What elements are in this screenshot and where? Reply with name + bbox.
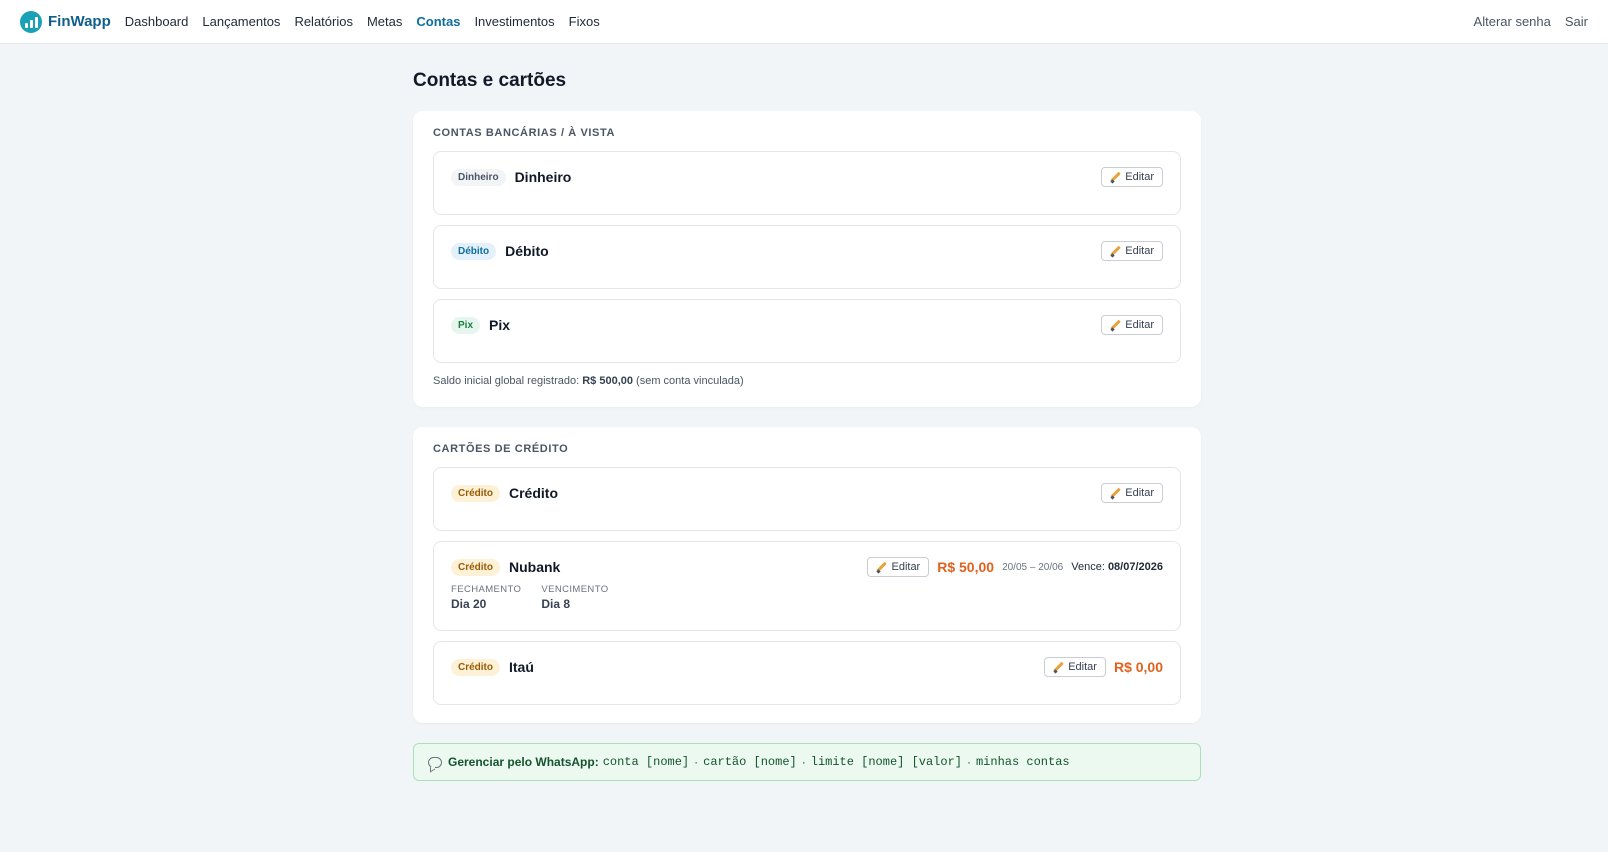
edit-label: Editar [891,561,921,573]
credit-card-item: Crédito Crédito Editar [433,467,1181,531]
nav-metas[interactable]: Metas [367,14,402,29]
brand-name: FinWapp [48,13,111,30]
account-card: Dinheiro Dinheiro Editar [433,151,1181,215]
edit-label: Editar [1068,661,1097,673]
due-label: Vence: [1071,561,1105,573]
invoice-amount: R$ 0,00 [1113,659,1163,675]
command-conta: conta [nome] [602,755,690,769]
closing-label: Fechamento [451,584,522,595]
edit-button[interactable]: Editar [1101,315,1163,335]
command-minhas-contas: minhas contas [975,755,1070,769]
nav-relatorios[interactable]: Relatórios [294,14,353,29]
due-day-value: Dia 8 [541,597,571,611]
pencil-icon [1110,488,1121,499]
due-date: Vence: 08/07/2026 [1071,561,1163,573]
balance-suffix: (sem conta vinculada) [636,375,744,387]
closing-value: Dia 20 [451,597,487,611]
nav-dashboard[interactable]: Dashboard [125,14,189,29]
edit-label: Editar [1125,171,1154,183]
whatsapp-hint: Gerenciar pelo WhatsApp: conta [nome] · … [413,743,1201,781]
account-type-badge: Crédito [451,558,500,576]
separator: · [801,755,806,769]
logout-link[interactable]: Sair [1565,14,1588,29]
account-type-badge: Crédito [451,658,500,676]
pencil-icon [876,562,887,573]
edit-label: Editar [1125,487,1154,499]
pencil-icon [1110,320,1121,331]
account-type-badge: Débito [451,242,497,260]
nav-lancamentos[interactable]: Lançamentos [202,14,280,29]
separator: · [694,755,699,769]
account-card: Pix Pix Editar [433,299,1181,363]
nav-contas[interactable]: Contas [416,14,460,29]
card-name: Crédito [509,485,558,501]
credit-card-item: Crédito Itaú Editar R$ 0,00 [433,641,1181,705]
invoice-amount: R$ 50,00 [937,559,995,575]
nav-fixos[interactable]: Fixos [569,14,600,29]
logo-icon [20,10,42,33]
balance-value: R$ 500,00 [582,375,633,387]
edit-label: Editar [1125,245,1154,257]
credit-cards-panel: Cartões de crédito Crédito Crédito Edita… [413,427,1201,723]
closing-day: Fechamento Dia 20 [451,584,521,611]
edit-button[interactable]: Editar [1101,167,1163,187]
bank-accounts-panel: Contas bancárias / à vista Dinheiro Dinh… [413,111,1201,407]
edit-button[interactable]: Editar [1101,241,1163,261]
account-type-badge: Crédito [451,484,500,502]
brand[interactable]: FinWapp [20,10,111,33]
pencil-icon [1053,662,1064,673]
initial-balance-note: Saldo inicial global registrado: R$ 500,… [433,375,1181,387]
chat-bubble-icon [428,756,442,768]
main-nav: Dashboard Lançamentos Relatórios Metas C… [125,14,600,29]
separator: · [966,755,971,769]
account-card: Débito Débito Editar [433,225,1181,289]
edit-button[interactable]: Editar [1101,483,1163,503]
account-name: Pix [489,317,511,333]
nav-right: Alterar senha Sair [1474,14,1588,29]
account-type-badge: Dinheiro [451,168,506,186]
whatsapp-label: Gerenciar pelo WhatsApp: [448,755,599,769]
due-day: Vencimento Dia 8 [541,584,608,611]
pencil-icon [1110,172,1121,183]
panel-title: Cartões de crédito [433,443,569,455]
card-name: Nubank [509,559,561,575]
edit-button[interactable]: Editar [1044,657,1106,677]
page-title: Contas e cartões [413,70,567,91]
change-password-link[interactable]: Alterar senha [1474,14,1551,29]
edit-label: Editar [1125,319,1154,331]
account-name: Dinheiro [514,169,572,185]
pencil-icon [1110,246,1121,257]
invoice-period: 20/05 – 20/06 [1002,561,1064,573]
nav-investimentos[interactable]: Investimentos [474,14,554,29]
balance-prefix: Saldo inicial global registrado: [433,375,580,387]
command-cartao: cartão [nome] [703,755,797,769]
main-content: Contas e cartões Contas bancárias / à vi… [413,70,1201,781]
card-meta: Fechamento Dia 20 Vencimento Dia 8 [451,584,1163,611]
card-name: Itaú [509,659,534,675]
account-name: Débito [505,243,549,259]
credit-card-item: Crédito Nubank Editar R$ 50,00 20/05 – 2… [433,541,1181,631]
panel-title: Contas bancárias / à vista [433,127,616,139]
due-value: 08/07/2026 [1107,561,1163,573]
account-type-badge: Pix [451,316,481,334]
command-limite: limite [nome] [valor] [810,755,962,769]
edit-button[interactable]: Editar [867,557,930,577]
due-day-label: Vencimento [541,584,609,595]
top-navbar: FinWapp Dashboard Lançamentos Relatórios… [0,0,1608,44]
